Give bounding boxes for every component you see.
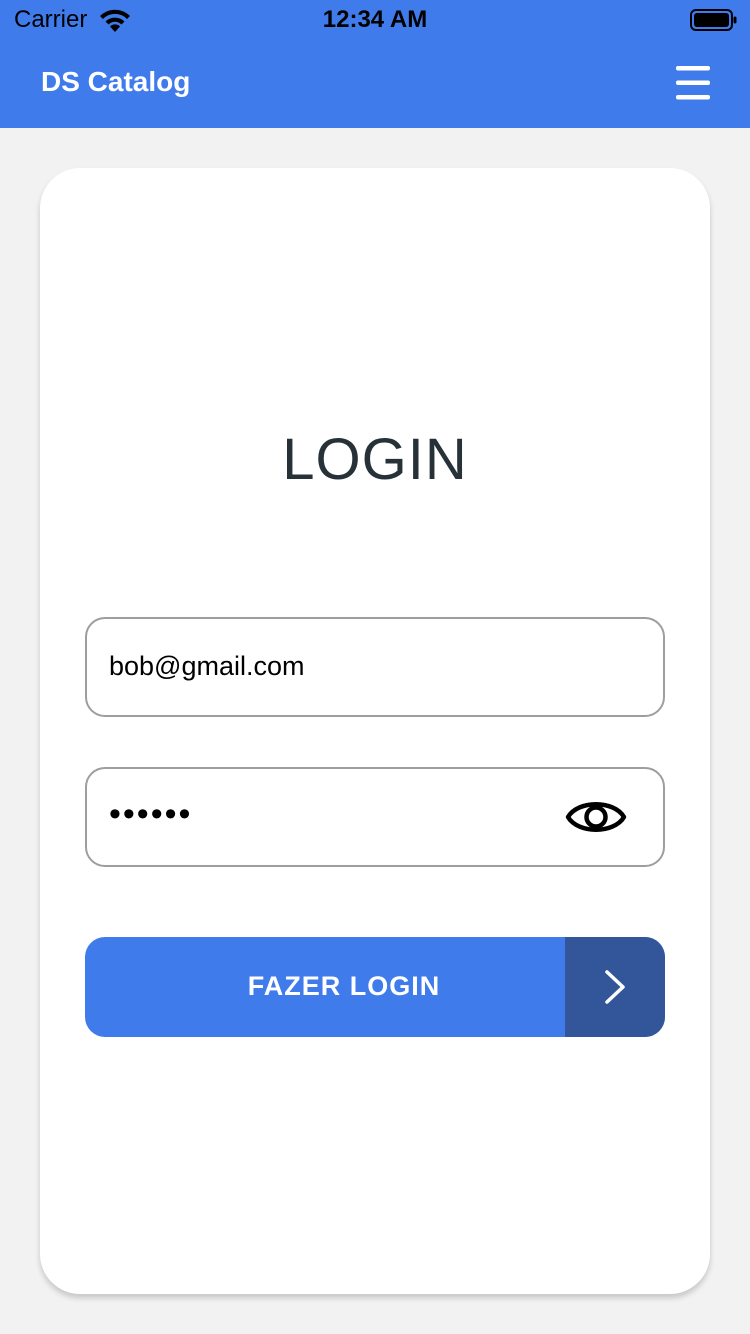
password-input[interactable]: •••••• [109, 795, 192, 834]
login-button[interactable]: FAZER LOGIN [85, 937, 665, 1037]
app-header: Carrier 12:34 AM DS Catalog [0, 0, 750, 128]
login-button-label: FAZER LOGIN [247, 971, 441, 1001]
login-button-arrow[interactable] [565, 937, 665, 1037]
login-title: LOGIN [282, 427, 468, 492]
email-field[interactable] [85, 617, 665, 717]
status-bar: Carrier 12:34 AM [0, 0, 750, 40]
app-title: DS Catalog [41, 66, 191, 97]
eye-icon[interactable] [565, 795, 627, 839]
battery-icon [690, 9, 737, 31]
password-field[interactable]: •••••• [85, 767, 665, 867]
chevron-right-icon [605, 970, 625, 1004]
status-time: 12:34 AM [322, 6, 428, 33]
email-input[interactable] [109, 651, 549, 682]
menu-icon[interactable] [672, 62, 714, 104]
login-card: LOGIN •••••• FAZER LOGIN [40, 168, 710, 1294]
